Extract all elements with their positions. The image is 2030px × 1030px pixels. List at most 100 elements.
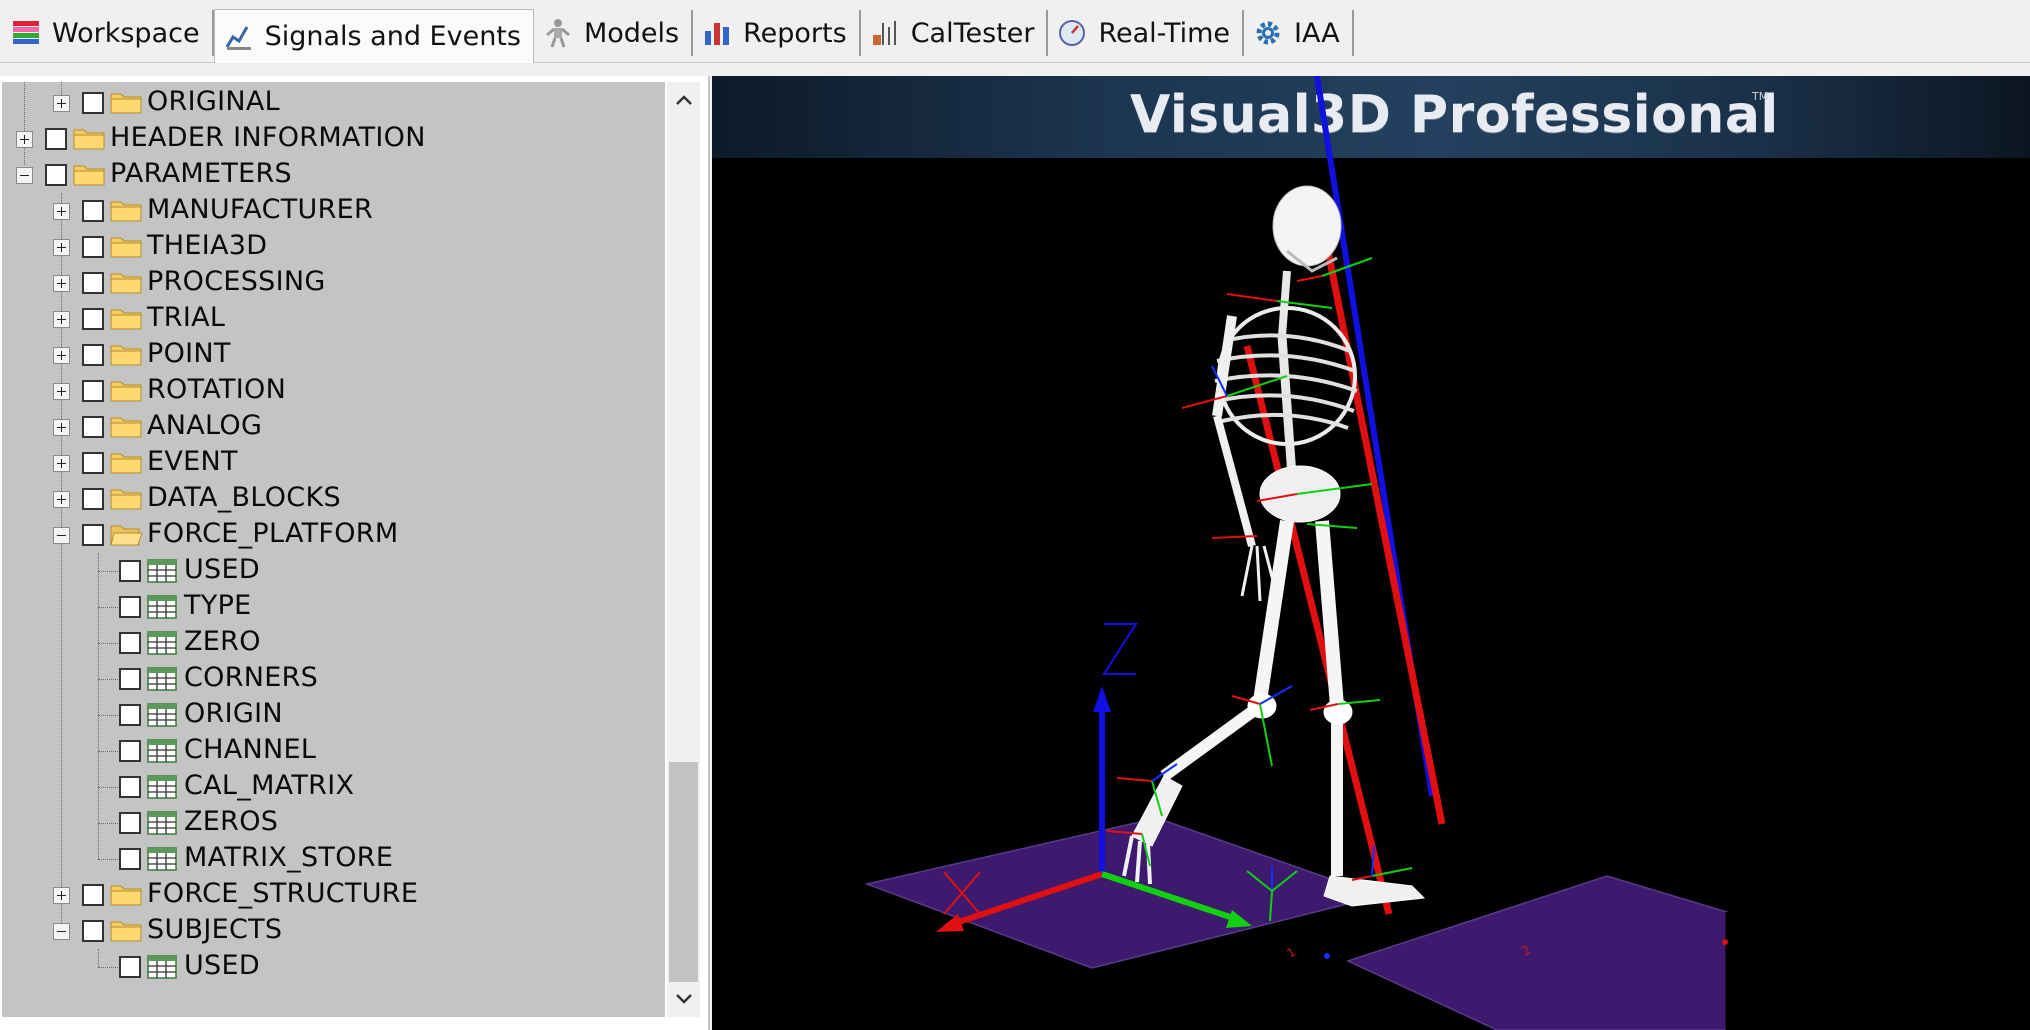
tree-checkbox[interactable] xyxy=(119,956,141,978)
scroll-down-arrow-icon[interactable] xyxy=(667,981,700,1017)
tree-item-analog[interactable]: ANALOG xyxy=(2,409,665,445)
tree-item-force-platform[interactable]: FORCE_PLATFORM xyxy=(2,517,665,553)
gear-icon xyxy=(1252,17,1284,49)
tree-item-theia3d[interactable]: THEIA3D xyxy=(2,229,665,265)
collapse-icon[interactable] xyxy=(53,527,70,544)
tree-item-zero[interactable]: ZERO xyxy=(2,625,665,661)
expand-icon[interactable] xyxy=(53,383,70,400)
tree-checkbox[interactable] xyxy=(82,380,104,402)
table-icon xyxy=(146,701,178,729)
tree-checkbox[interactable] xyxy=(45,128,67,150)
expand-icon[interactable] xyxy=(53,95,70,112)
tree-item-zeros[interactable]: ZEROS xyxy=(2,805,665,841)
scroll-thumb[interactable] xyxy=(669,762,698,982)
expand-icon[interactable] xyxy=(53,419,70,436)
tree-checkbox[interactable] xyxy=(82,308,104,330)
table-icon xyxy=(146,737,178,765)
tab-signals-and-events[interactable]: Signals and Events xyxy=(213,9,534,63)
tree-item-rotation[interactable]: ROTATION xyxy=(2,373,665,409)
tab-real-time[interactable]: Real-Time xyxy=(1048,10,1245,56)
tab-workspace[interactable]: Workspace xyxy=(2,10,214,56)
tree-checkbox[interactable] xyxy=(119,596,141,618)
3d-viewport[interactable]: Visual3D Professional TM 1 2 xyxy=(712,76,2030,1030)
tree-item-original[interactable]: ORIGINAL xyxy=(2,85,665,121)
tree-item-corners[interactable]: CORNERS xyxy=(2,661,665,697)
folder-icon xyxy=(109,917,143,945)
tree-item-origin[interactable]: ORIGIN xyxy=(2,697,665,733)
tree-checkbox[interactable] xyxy=(82,452,104,474)
tab-models[interactable]: Models xyxy=(534,10,694,56)
tab-iaa[interactable]: IAA xyxy=(1244,10,1354,56)
tree-item-subjects[interactable]: SUBJECTS xyxy=(2,913,665,949)
tree-checkbox[interactable] xyxy=(82,884,104,906)
tree-item-channel[interactable]: CHANNEL xyxy=(2,733,665,769)
tree-item-label: ZERO xyxy=(184,626,261,657)
tree-item-label: CORNERS xyxy=(184,662,319,693)
tree-checkbox[interactable] xyxy=(119,848,141,870)
expand-icon[interactable] xyxy=(53,491,70,508)
tree-item-label: ZEROS xyxy=(184,806,279,837)
tree-checkbox[interactable] xyxy=(82,92,104,114)
expand-icon[interactable] xyxy=(53,311,70,328)
tree-item-label: TRIAL xyxy=(147,302,226,333)
tree-item-label: MANUFACTURER xyxy=(147,194,374,225)
tree-item-matrix-store[interactable]: MATRIX_STORE xyxy=(2,841,665,877)
tree-checkbox[interactable] xyxy=(82,488,104,510)
tree-checkbox[interactable] xyxy=(119,560,141,582)
tree-scrollbar[interactable] xyxy=(667,82,700,1017)
tree-checkbox[interactable] xyxy=(119,812,141,834)
table-icon xyxy=(146,845,178,873)
expand-icon[interactable] xyxy=(16,131,33,148)
caltester-icon xyxy=(869,17,901,49)
folder-icon xyxy=(109,89,143,117)
tree-item-label: PROCESSING xyxy=(147,266,326,297)
tab-reports[interactable]: Reports xyxy=(693,10,861,56)
collapse-icon[interactable] xyxy=(16,167,33,184)
tab-label: Real-Time xyxy=(1098,17,1231,49)
tree-checkbox[interactable] xyxy=(45,164,67,186)
tree-item-force-structure[interactable]: FORCE_STRUCTURE xyxy=(2,877,665,913)
tree-item-processing[interactable]: PROCESSING xyxy=(2,265,665,301)
tab-label: Workspace xyxy=(52,17,200,49)
expand-icon[interactable] xyxy=(53,887,70,904)
tab-label: Reports xyxy=(743,17,847,49)
expand-icon[interactable] xyxy=(53,455,70,472)
tree-checkbox[interactable] xyxy=(82,920,104,942)
tree-item-used[interactable]: USED xyxy=(2,553,665,589)
tree-checkbox[interactable] xyxy=(82,344,104,366)
tree-checkbox[interactable] xyxy=(119,704,141,726)
tab-label: Models xyxy=(583,17,680,49)
tree-checkbox[interactable] xyxy=(119,632,141,654)
tree-checkbox[interactable] xyxy=(82,524,104,546)
tab-label: Signals and Events xyxy=(264,21,521,52)
tree-checkbox[interactable] xyxy=(82,236,104,258)
tree-item-used[interactable]: USED xyxy=(2,949,665,985)
expand-icon[interactable] xyxy=(53,275,70,292)
tree-item-manufacturer[interactable]: MANUFACTURER xyxy=(2,193,665,229)
tree-checkbox[interactable] xyxy=(82,416,104,438)
scroll-up-arrow-icon[interactable] xyxy=(667,82,700,118)
tree-item-label: POINT xyxy=(147,338,231,369)
tree-checkbox[interactable] xyxy=(119,668,141,690)
expand-icon[interactable] xyxy=(53,203,70,220)
tree-checkbox[interactable] xyxy=(119,740,141,762)
parameters-tree[interactable]: ORIGINAL HEADER INFORMATION PARAMETERS MANU… xyxy=(2,82,665,1017)
tab-label: IAA xyxy=(1294,17,1340,49)
tree-item-event[interactable]: EVENT xyxy=(2,445,665,481)
tree-checkbox[interactable] xyxy=(82,272,104,294)
tree-checkbox[interactable] xyxy=(119,776,141,798)
expand-icon[interactable] xyxy=(53,347,70,364)
tree-item-trial[interactable]: TRIAL xyxy=(2,301,665,337)
tree-checkbox[interactable] xyxy=(82,200,104,222)
tree-item-data-blocks[interactable]: DATA_BLOCKS xyxy=(2,481,665,517)
expand-icon[interactable] xyxy=(53,239,70,256)
tab-caltester[interactable]: CalTester xyxy=(861,10,1049,56)
tree-item-parameters[interactable]: PARAMETERS xyxy=(2,157,665,193)
tree-item-header-information[interactable]: HEADER INFORMATION xyxy=(2,121,665,157)
tree-item-point[interactable]: POINT xyxy=(2,337,665,373)
tree-item-cal-matrix[interactable]: CAL_MATRIX xyxy=(2,769,665,805)
tree-item-type[interactable]: TYPE xyxy=(2,589,665,625)
collapse-icon[interactable] xyxy=(53,923,70,940)
folder-icon xyxy=(109,305,143,333)
tree-item-label: FORCE_STRUCTURE xyxy=(147,878,419,909)
